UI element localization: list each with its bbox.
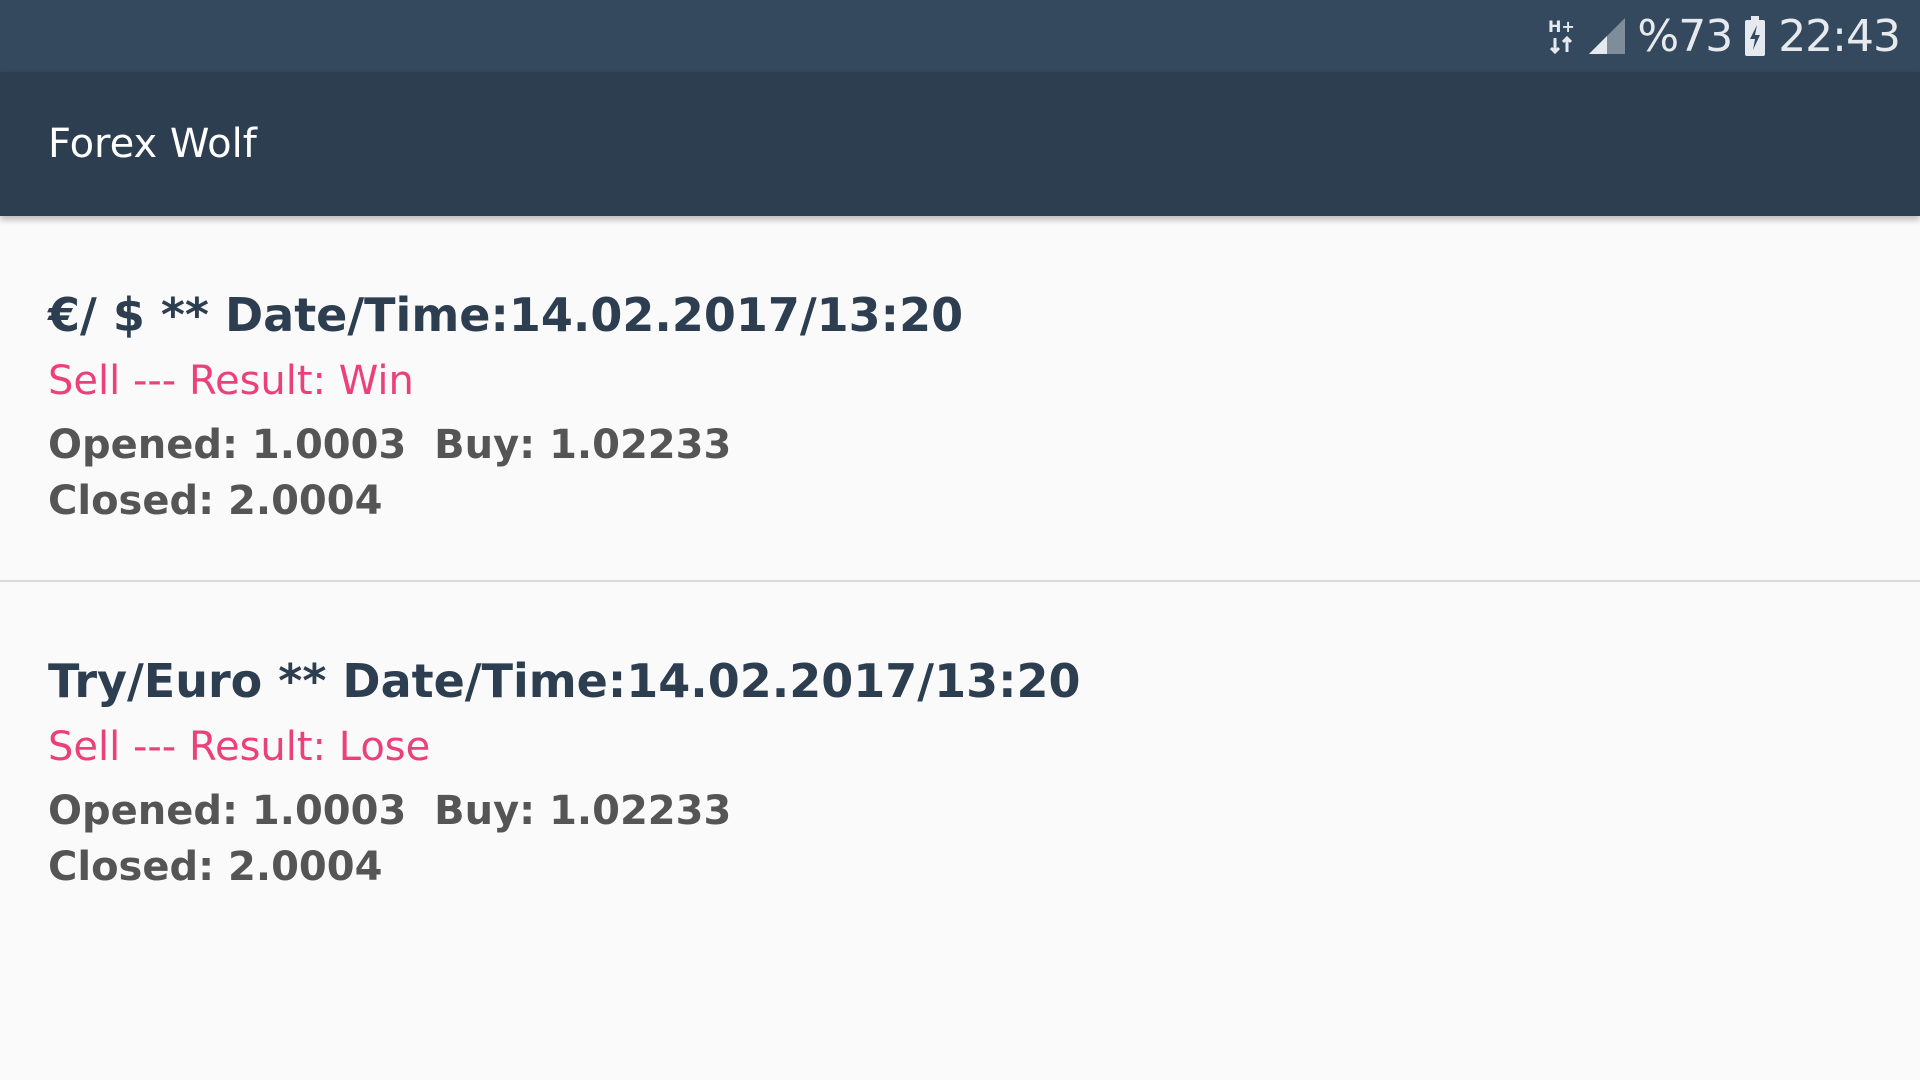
- trade-opened-buy: Opened: 1.0003 Buy: 1.02233: [48, 422, 732, 468]
- list-item[interactable]: Try/Euro ** Date/Time:14.02.2017/13:20 S…: [0, 582, 1920, 946]
- hplus-data-icon: H+: [1547, 16, 1577, 56]
- battery-percent: %73: [1637, 10, 1733, 62]
- status-indicators: H+ %73 22:43: [1547, 0, 1901, 72]
- trade-list: €/ $ ** Date/Time:14.02.2017/13:20 Sell …: [0, 216, 1920, 1080]
- app-title: Forex Wolf: [48, 121, 257, 167]
- trade-closed: Closed: 2.0004: [48, 478, 383, 524]
- trade-opened-buy: Opened: 1.0003 Buy: 1.02233: [48, 788, 732, 834]
- signal-strength-icon: [1589, 18, 1626, 54]
- app-bar: Forex Wolf: [0, 72, 1920, 216]
- status-bar: H+ %73 22:43: [0, 0, 1920, 72]
- trade-closed: Closed: 2.0004: [48, 844, 383, 890]
- list-item[interactable]: €/ $ ** Date/Time:14.02.2017/13:20 Sell …: [0, 216, 1920, 580]
- trade-result: Sell --- Result: Win: [48, 358, 414, 404]
- svg-text:H+: H+: [1548, 17, 1575, 36]
- clock: 22:43: [1778, 10, 1901, 62]
- trade-header: Try/Euro ** Date/Time:14.02.2017/13:20: [48, 654, 1081, 708]
- trade-header: €/ $ ** Date/Time:14.02.2017/13:20: [48, 288, 964, 342]
- trade-result: Sell --- Result: Lose: [48, 724, 431, 770]
- battery-charging-icon: [1744, 16, 1766, 56]
